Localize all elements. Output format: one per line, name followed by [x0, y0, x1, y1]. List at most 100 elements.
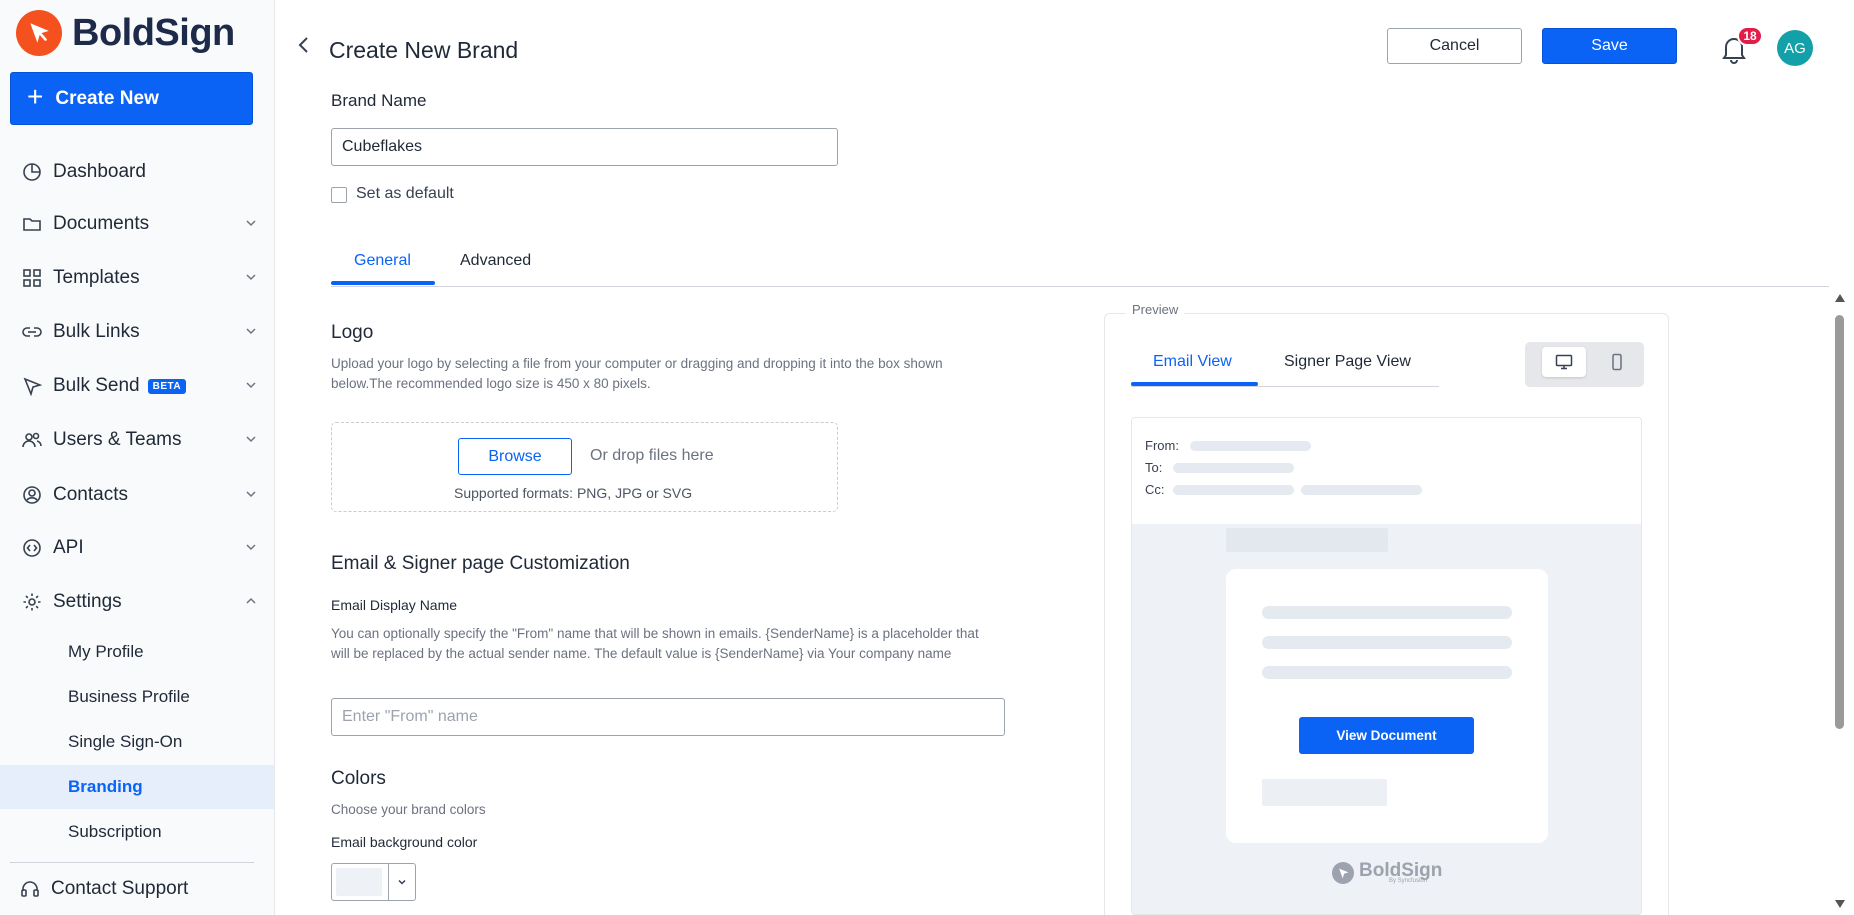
cancel-button[interactable]: Cancel: [1387, 28, 1522, 64]
user-avatar[interactable]: AG: [1777, 30, 1813, 66]
email-logo-placeholder: [1226, 528, 1388, 552]
scroll-up-arrow-icon[interactable]: [1835, 294, 1845, 302]
text-placeholder-line: [1262, 636, 1512, 649]
preview-legend: Preview: [1126, 302, 1185, 317]
grid-icon: [21, 267, 43, 289]
colors-section-title: Colors: [331, 768, 386, 789]
notification-count-badge: 18: [1737, 26, 1763, 46]
chevron-down-icon: [246, 220, 256, 227]
sidebar-subitem-subscription[interactable]: Subscription: [0, 810, 274, 854]
sidebar: BoldSign + Create New Dashboard Document…: [0, 0, 275, 915]
sidebar-subitem-business-profile[interactable]: Business Profile: [0, 675, 274, 719]
preview-active-tab-indicator: [1131, 382, 1258, 386]
mobile-icon: [1612, 353, 1622, 371]
email-bg-color-picker[interactable]: [331, 863, 416, 901]
footer-placeholder: [1262, 779, 1387, 806]
preview-footer-logo: BoldSign By Syncfusion: [1332, 861, 1442, 884]
email-header: From: To: Cc:: [1132, 418, 1641, 524]
sidebar-item-settings[interactable]: Settings: [0, 580, 274, 624]
page-title: Create New Brand: [329, 37, 519, 63]
sidebar-subitem-my-profile[interactable]: My Profile: [0, 630, 274, 674]
sidebar-item-label: Bulk Send: [53, 375, 140, 396]
pie-chart-icon: [21, 161, 43, 183]
subitem-label: Subscription: [68, 822, 162, 841]
app-name: BoldSign: [72, 11, 235, 54]
tab-email-view[interactable]: Email View: [1153, 353, 1232, 371]
preview-tab-divider: [1131, 386, 1439, 387]
customization-section-title: Email & Signer page Customization: [331, 553, 630, 574]
from-placeholder-line: [1190, 441, 1311, 451]
sidebar-item-dashboard[interactable]: Dashboard: [0, 150, 274, 194]
sidebar-divider: [10, 862, 254, 863]
chevron-down-icon: [246, 328, 256, 335]
sidebar-item-label: Documents: [53, 213, 150, 234]
sidebar-subitem-single-sign-on[interactable]: Single Sign-On: [0, 720, 274, 764]
contact-support-link[interactable]: Contact Support: [0, 867, 274, 911]
create-new-button[interactable]: + Create New: [10, 72, 253, 125]
users-icon: [21, 429, 43, 451]
cc-placeholder-line: [1301, 485, 1422, 495]
cc-placeholder-line: [1173, 485, 1294, 495]
save-button[interactable]: Save: [1542, 28, 1677, 64]
chevron-down-icon: [246, 491, 256, 498]
drop-files-text: Or drop files here: [590, 447, 714, 464]
to-label: To:: [1145, 460, 1163, 475]
mobile-view-button[interactable]: [1595, 347, 1639, 377]
sidebar-item-label: Users & Teams: [53, 429, 182, 450]
set-default-checkbox[interactable]: [331, 187, 347, 203]
contact-icon: [21, 484, 43, 506]
sidebar-item-label: Dashboard: [53, 161, 146, 182]
browse-button[interactable]: Browse: [458, 438, 572, 475]
sidebar-item-contacts[interactable]: Contacts: [0, 473, 274, 517]
to-placeholder-line: [1173, 463, 1294, 473]
logo-help-text: Upload your logo by selecting a file fro…: [331, 356, 943, 391]
email-display-name-label: Email Display Name: [331, 597, 458, 613]
back-arrow-icon[interactable]: [296, 35, 310, 55]
subitem-label: Business Profile: [68, 687, 190, 706]
desktop-view-button[interactable]: [1542, 347, 1586, 377]
create-new-label: Create New: [55, 87, 159, 109]
send-icon: [21, 375, 43, 397]
text-placeholder-line: [1262, 606, 1512, 619]
sidebar-item-bulk-send[interactable]: Bulk Send BETA: [0, 364, 274, 408]
beta-badge: BETA: [147, 378, 187, 394]
sidebar-subitem-branding[interactable]: Branding: [0, 765, 274, 809]
view-document-button[interactable]: View Document: [1299, 717, 1474, 754]
sidebar-item-api[interactable]: API: [0, 526, 274, 570]
sidebar-item-label: Bulk Links: [53, 321, 140, 342]
sidebar-item-users-teams[interactable]: Users & Teams: [0, 418, 274, 462]
app-logo[interactable]: BoldSign: [16, 10, 235, 56]
sidebar-item-templates[interactable]: Templates: [0, 256, 274, 300]
subitem-label: Single Sign-On: [68, 732, 183, 751]
colors-help-text: Choose your brand colors: [331, 802, 486, 817]
chevron-down-icon: [246, 544, 256, 551]
brand-name-input[interactable]: [331, 128, 838, 166]
sidebar-item-label: Templates: [53, 267, 140, 288]
tab-signer-page-view[interactable]: Signer Page View: [1284, 353, 1411, 371]
sidebar-item-label: API: [53, 537, 84, 558]
device-toggle: [1525, 342, 1644, 387]
contact-support-label: Contact Support: [51, 878, 189, 899]
sidebar-item-label: Settings: [53, 591, 122, 612]
scrollbar-thumb[interactable]: [1835, 315, 1844, 729]
logo-section-title: Logo: [331, 322, 374, 343]
from-label: From:: [1145, 438, 1179, 453]
scroll-down-arrow-icon[interactable]: [1835, 900, 1845, 908]
sidebar-item-documents[interactable]: Documents: [0, 202, 274, 246]
headset-icon: [19, 878, 41, 900]
color-swatch: [336, 868, 382, 896]
code-icon: [21, 537, 43, 559]
sidebar-item-bulk-links[interactable]: Bulk Links: [0, 310, 274, 354]
from-name-input[interactable]: [331, 698, 1005, 736]
chevron-down-icon: [246, 382, 256, 389]
plus-icon: +: [27, 81, 44, 112]
gear-icon: [21, 591, 43, 613]
chevron-up-icon: [246, 597, 256, 604]
folder-icon: [21, 213, 43, 235]
subitem-label: My Profile: [68, 642, 144, 661]
tab-general[interactable]: General: [354, 252, 411, 270]
tab-advanced[interactable]: Advanced: [460, 252, 531, 270]
chevron-down-icon: [246, 274, 256, 281]
active-tab-indicator: [331, 281, 435, 285]
chevron-down-icon: [389, 864, 415, 900]
